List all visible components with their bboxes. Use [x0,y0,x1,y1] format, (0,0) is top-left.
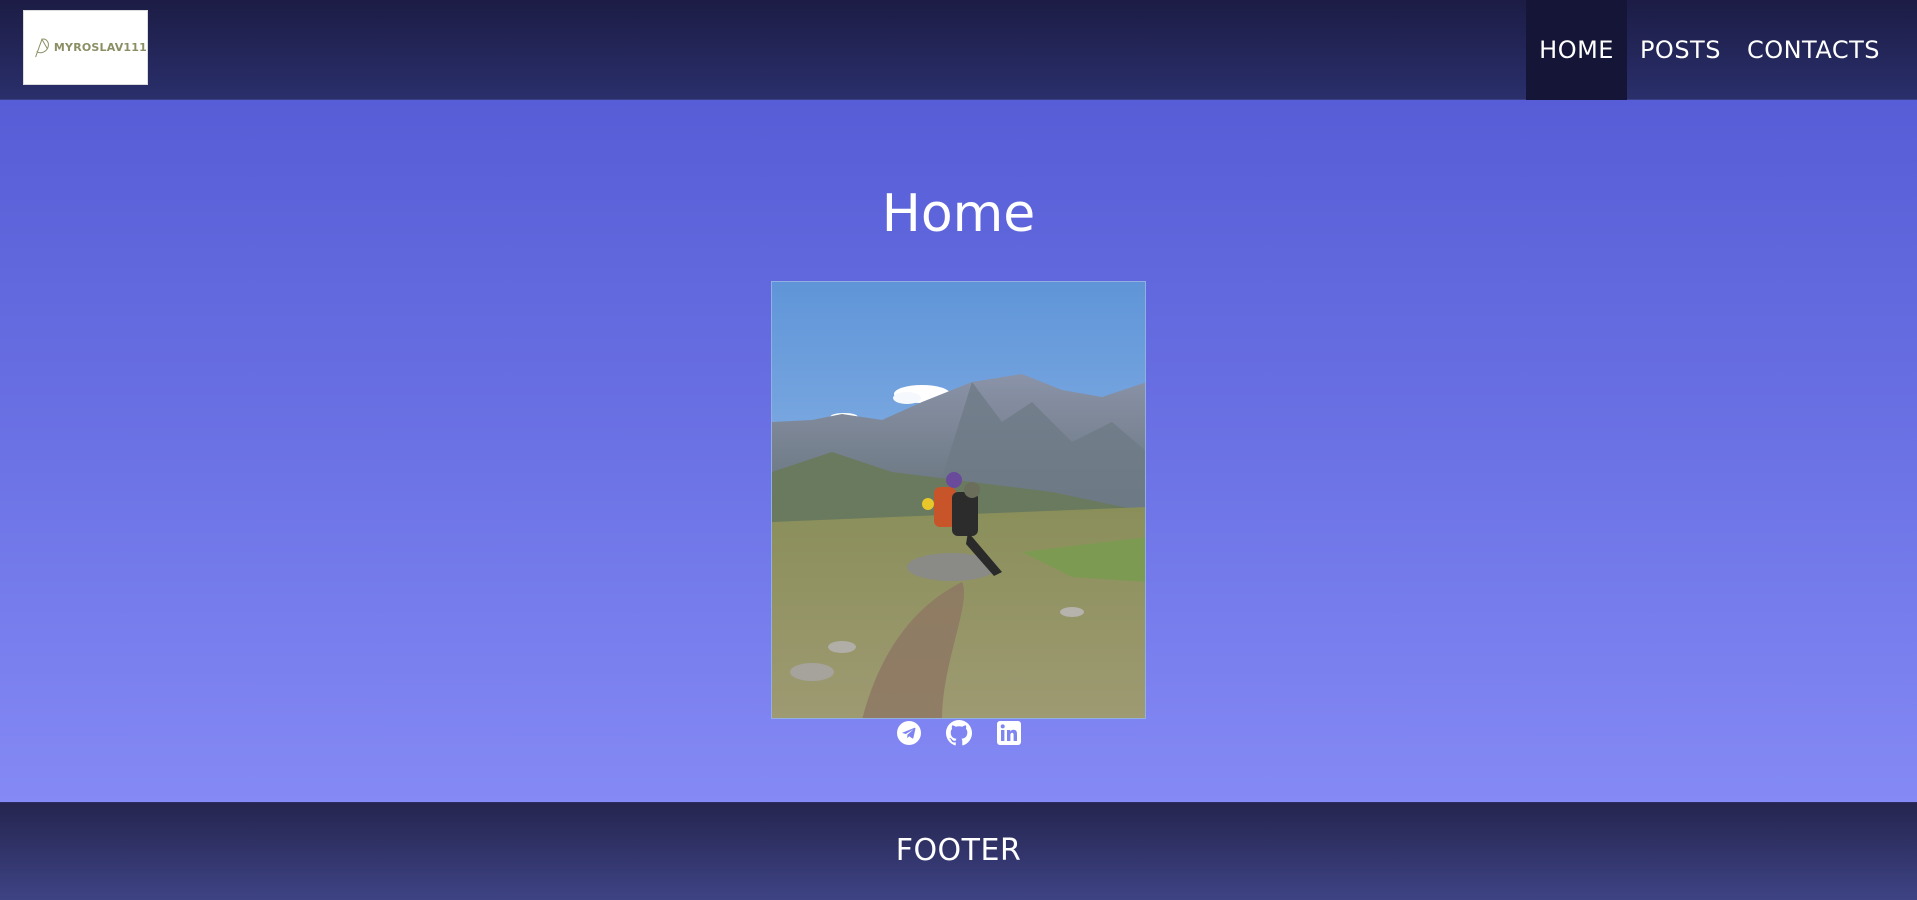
linkedin-icon [996,721,1021,745]
main-nav: HOME POSTS CONTACTS [1526,0,1917,100]
telegram-link[interactable] [896,720,922,748]
social-links [0,720,1917,748]
nav-item-posts[interactable]: POSTS [1627,0,1734,100]
site-header: MYROSLAV111 HOME POSTS CONTACTS [0,0,1917,100]
logo-link[interactable]: MYROSLAV111 [23,10,148,85]
nav-item-contacts[interactable]: CONTACTS [1734,0,1917,100]
github-link[interactable] [945,720,972,748]
site-footer: FOOTER [0,802,1917,900]
github-icon [945,720,972,746]
main-content: Home [0,100,1917,802]
telegram-icon [896,721,921,745]
mountain-landscape-image [772,282,1145,718]
nav-item-home[interactable]: HOME [1526,0,1627,100]
logo-text: MYROSLAV111 [53,41,147,54]
logo-emblem-icon [35,37,49,57]
linkedin-link[interactable] [996,720,1022,748]
page-title: Home [881,184,1036,244]
hero-photo [771,281,1146,719]
footer-label: FOOTER [895,833,1022,868]
